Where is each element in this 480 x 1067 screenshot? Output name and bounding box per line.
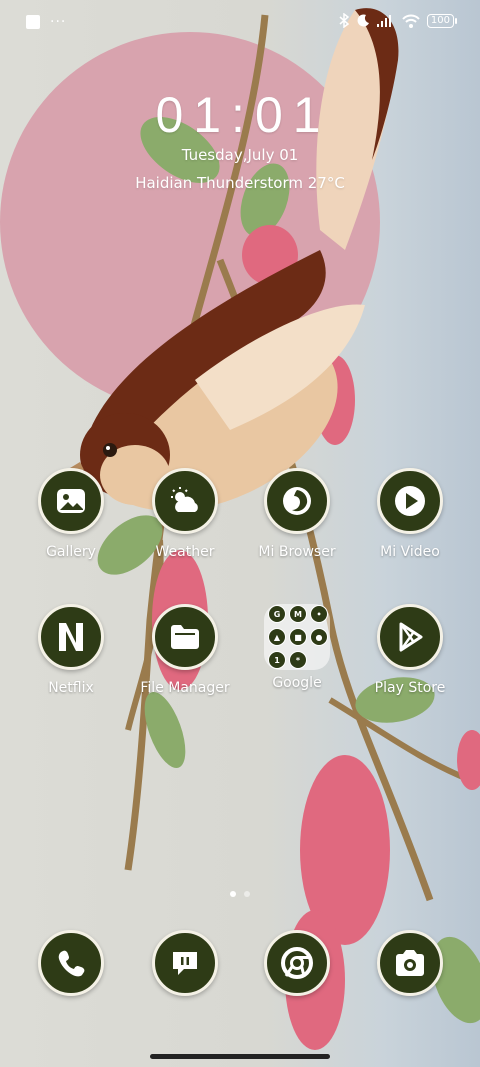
play-icon[interactable] — [377, 468, 443, 534]
google-folder-icon[interactable]: G M • ▲ ■ ● 1 * — [264, 604, 330, 670]
home-gesture-bar[interactable] — [150, 1054, 330, 1059]
gmail-icon: M — [289, 605, 307, 623]
app-netflix[interactable]: Netflix — [15, 604, 127, 696]
one-icon: 1 — [268, 651, 286, 669]
app-file-manager[interactable]: File Manager — [129, 604, 241, 696]
app-play-store[interactable]: Play Store — [354, 604, 466, 696]
battery-icon: 100 — [426, 13, 458, 28]
app-label-weather: Weather — [155, 544, 215, 560]
app-label-gallery: Gallery — [46, 544, 96, 560]
status-bar: ··· 100 — [0, 0, 480, 44]
podcasts-icon: • — [310, 605, 328, 623]
messages-icon[interactable] — [152, 930, 218, 996]
wifi-icon — [402, 14, 420, 28]
phone-icon[interactable] — [38, 930, 104, 996]
app-label-google: Google — [272, 675, 322, 691]
gallery-icon[interactable] — [38, 468, 104, 534]
notification-square-icon — [26, 15, 40, 29]
app-label-netflix: Netflix — [48, 680, 94, 696]
dock-chrome[interactable] — [241, 930, 353, 996]
maps-icon: ● — [310, 628, 328, 646]
app-gallery[interactable]: Gallery — [15, 468, 127, 560]
page-dot-1[interactable] — [230, 891, 236, 897]
app-mi-browser[interactable]: Mi Browser — [241, 468, 353, 560]
app-label-mi-video: Mi Video — [380, 544, 440, 560]
clock-widget[interactable]: 01:01 Tuesday,July 01 Haidian Thundersto… — [0, 86, 480, 192]
chrome-icon[interactable] — [264, 930, 330, 996]
dock-camera[interactable] — [354, 930, 466, 996]
dock-phone[interactable] — [15, 930, 127, 996]
app-weather[interactable]: Weather — [129, 468, 241, 560]
app-label-play-store: Play Store — [374, 680, 446, 696]
app-label-mi-browser: Mi Browser — [258, 544, 336, 560]
browser-icon[interactable] — [264, 468, 330, 534]
camera-icon[interactable] — [377, 930, 443, 996]
google-search-icon: G — [268, 605, 286, 623]
app-mi-video[interactable]: Mi Video — [354, 468, 466, 560]
page-dot-2[interactable] — [244, 891, 250, 897]
clock-date[interactable]: Tuesday,July 01 — [0, 146, 480, 164]
battery-level: 100 — [430, 14, 450, 26]
netflix-icon[interactable] — [38, 604, 104, 670]
clock-time[interactable]: 01:01 — [0, 86, 480, 144]
weather-summary[interactable]: Haidian Thunderstorm 27°C — [0, 174, 480, 192]
drive-icon: ▲ — [268, 628, 286, 646]
app-label-file-manager: File Manager — [140, 680, 230, 696]
dock-messages[interactable] — [129, 930, 241, 996]
weather-icon[interactable] — [152, 468, 218, 534]
more-dots-icon: ··· — [50, 14, 67, 30]
moon-icon — [357, 13, 369, 26]
page-indicator[interactable] — [0, 891, 480, 897]
app-google-folder[interactable]: G M • ▲ ■ ● 1 * Google — [241, 604, 353, 691]
photos-icon: * — [289, 651, 307, 669]
bluetooth-icon — [339, 13, 349, 28]
play-store-icon[interactable] — [377, 604, 443, 670]
meet-icon: ■ — [289, 628, 307, 646]
folder-icon[interactable] — [152, 604, 218, 670]
signal-icon — [376, 15, 391, 27]
